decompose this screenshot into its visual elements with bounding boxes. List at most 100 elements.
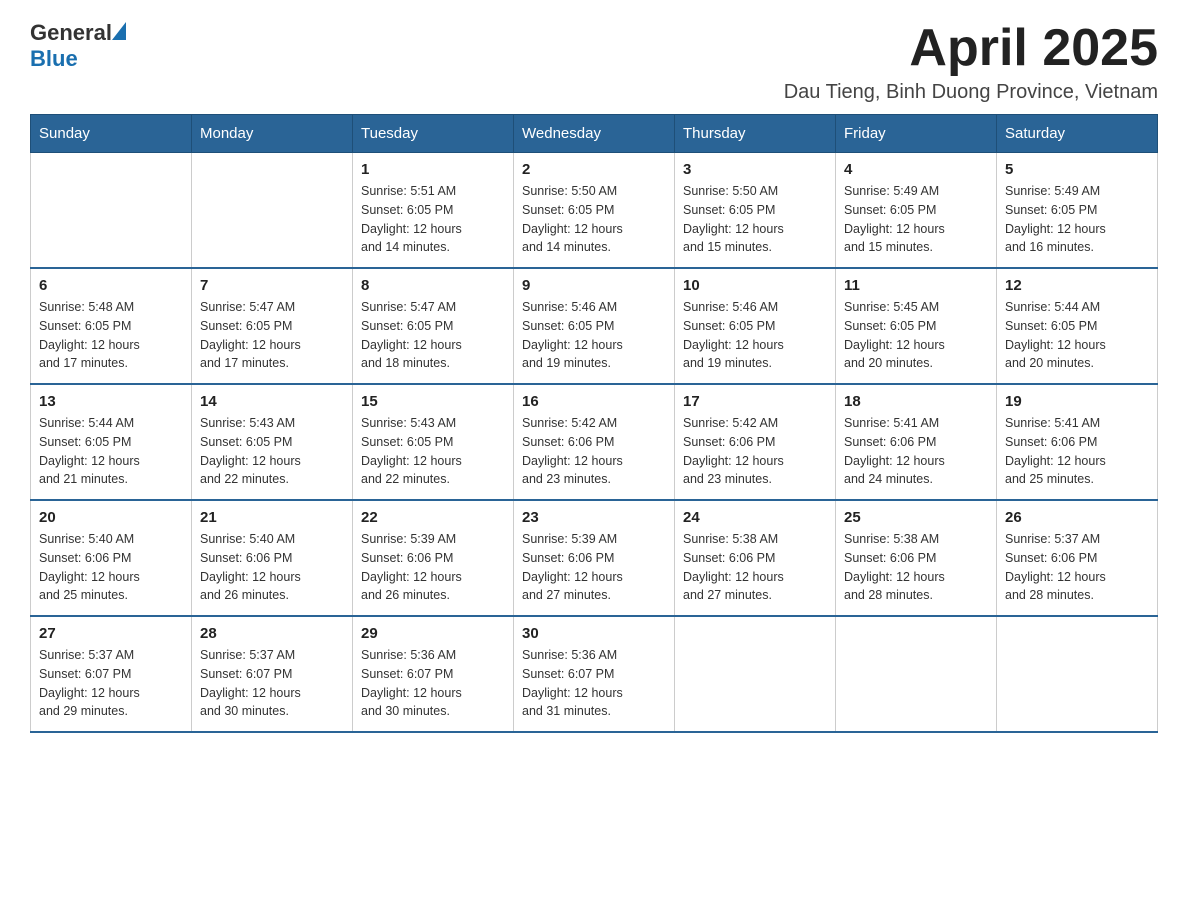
day-info: Sunrise: 5:47 AM Sunset: 6:05 PM Dayligh…: [200, 298, 344, 373]
page-header: General Blue April 2025 Dau Tieng, Binh …: [30, 20, 1158, 104]
calendar-cell: 22 Sunrise: 5:39 AM Sunset: 6:06 PM Dayli…: [353, 500, 514, 616]
day-number: 29: [361, 625, 505, 642]
day-info: Sunrise: 5:40 AM Sunset: 6:06 PM Dayligh…: [200, 530, 344, 605]
day-number: 26: [1005, 509, 1149, 526]
day-number: 25: [844, 509, 988, 526]
column-header-tuesday: Tuesday: [353, 115, 514, 153]
column-header-wednesday: Wednesday: [514, 115, 675, 153]
day-info: Sunrise: 5:50 AM Sunset: 6:05 PM Dayligh…: [522, 182, 666, 257]
calendar-cell: [997, 616, 1158, 732]
column-header-monday: Monday: [192, 115, 353, 153]
day-number: 24: [683, 509, 827, 526]
day-number: 5: [1005, 161, 1149, 178]
logo: General Blue: [30, 20, 126, 72]
day-info: Sunrise: 5:49 AM Sunset: 6:05 PM Dayligh…: [844, 182, 988, 257]
calendar-cell: 21 Sunrise: 5:40 AM Sunset: 6:06 PM Dayli…: [192, 500, 353, 616]
day-info: Sunrise: 5:36 AM Sunset: 6:07 PM Dayligh…: [361, 646, 505, 721]
calendar-cell: 8 Sunrise: 5:47 AM Sunset: 6:05 PM Daylig…: [353, 268, 514, 384]
day-number: 18: [844, 393, 988, 410]
calendar-cell: 7 Sunrise: 5:47 AM Sunset: 6:05 PM Daylig…: [192, 268, 353, 384]
calendar-cell: 28Sunrise: 5:37 AM Sunset: 6:07 PM Dayli…: [192, 616, 353, 732]
calendar-cell: [836, 616, 997, 732]
day-info: Sunrise: 5:37 AM Sunset: 6:07 PM Dayligh…: [39, 646, 183, 721]
calendar-week-row: 13Sunrise: 5:44 AM Sunset: 6:05 PM Dayli…: [31, 384, 1158, 500]
day-info: Sunrise: 5:49 AM Sunset: 6:05 PM Dayligh…: [1005, 182, 1149, 257]
day-number: 3: [683, 161, 827, 178]
header-right: April 2025 Dau Tieng, Binh Duong Provinc…: [784, 20, 1158, 104]
column-header-friday: Friday: [836, 115, 997, 153]
day-number: 12: [1005, 277, 1149, 294]
logo-blue-text: Blue: [30, 46, 78, 72]
day-number: 11: [844, 277, 988, 294]
day-number: 14: [200, 393, 344, 410]
day-info: Sunrise: 5:43 AM Sunset: 6:05 PM Dayligh…: [200, 414, 344, 489]
calendar-cell: 10 Sunrise: 5:46 AM Sunset: 6:05 PM Dayli…: [675, 268, 836, 384]
day-info: Sunrise: 5:45 AM Sunset: 6:05 PM Dayligh…: [844, 298, 988, 373]
day-number: 9: [522, 277, 666, 294]
day-info: Sunrise: 5:46 AM Sunset: 6:05 PM Dayligh…: [522, 298, 666, 373]
day-info: Sunrise: 5:43 AM Sunset: 6:05 PM Dayligh…: [361, 414, 505, 489]
calendar-cell: [192, 153, 353, 269]
day-info: Sunrise: 5:40 AM Sunset: 6:06 PM Dayligh…: [39, 530, 183, 605]
day-number: 27: [39, 625, 183, 642]
calendar-table: SundayMondayTuesdayWednesdayThursdayFrid…: [30, 114, 1158, 733]
calendar-cell: 23Sunrise: 5:39 AM Sunset: 6:06 PM Dayli…: [514, 500, 675, 616]
day-number: 2: [522, 161, 666, 178]
day-number: 19: [1005, 393, 1149, 410]
day-info: Sunrise: 5:41 AM Sunset: 6:06 PM Dayligh…: [844, 414, 988, 489]
calendar-cell: [675, 616, 836, 732]
day-number: 4: [844, 161, 988, 178]
day-number: 15: [361, 393, 505, 410]
calendar-cell: 18 Sunrise: 5:41 AM Sunset: 6:06 PM Dayli…: [836, 384, 997, 500]
calendar-cell: 27 Sunrise: 5:37 AM Sunset: 6:07 PM Dayli…: [31, 616, 192, 732]
calendar-cell: 4 Sunrise: 5:49 AM Sunset: 6:05 PM Daylig…: [836, 153, 997, 269]
day-number: 16: [522, 393, 666, 410]
day-number: 6: [39, 277, 183, 294]
column-header-thursday: Thursday: [675, 115, 836, 153]
calendar-header-row: SundayMondayTuesdayWednesdayThursdayFrid…: [31, 115, 1158, 153]
day-info: Sunrise: 5:39 AM Sunset: 6:06 PM Dayligh…: [361, 530, 505, 605]
calendar-cell: 17 Sunrise: 5:42 AM Sunset: 6:06 PM Dayli…: [675, 384, 836, 500]
calendar-cell: 14 Sunrise: 5:43 AM Sunset: 6:05 PM Dayli…: [192, 384, 353, 500]
day-number: 22: [361, 509, 505, 526]
calendar-cell: 12Sunrise: 5:44 AM Sunset: 6:05 PM Dayli…: [997, 268, 1158, 384]
logo-general-text: General: [30, 20, 112, 46]
day-info: Sunrise: 5:37 AM Sunset: 6:06 PM Dayligh…: [1005, 530, 1149, 605]
calendar-week-row: 27 Sunrise: 5:37 AM Sunset: 6:07 PM Dayli…: [31, 616, 1158, 732]
day-info: Sunrise: 5:51 AM Sunset: 6:05 PM Dayligh…: [361, 182, 505, 257]
calendar-cell: 6Sunrise: 5:48 AM Sunset: 6:05 PM Daylig…: [31, 268, 192, 384]
calendar-cell: 16Sunrise: 5:42 AM Sunset: 6:06 PM Dayli…: [514, 384, 675, 500]
calendar-cell: 30 Sunrise: 5:36 AM Sunset: 6:07 PM Dayli…: [514, 616, 675, 732]
calendar-cell: 1 Sunrise: 5:51 AM Sunset: 6:05 PM Daylig…: [353, 153, 514, 269]
day-number: 7: [200, 277, 344, 294]
day-info: Sunrise: 5:42 AM Sunset: 6:06 PM Dayligh…: [683, 414, 827, 489]
calendar-cell: 9 Sunrise: 5:46 AM Sunset: 6:05 PM Daylig…: [514, 268, 675, 384]
day-number: 13: [39, 393, 183, 410]
calendar-cell: 13Sunrise: 5:44 AM Sunset: 6:05 PM Dayli…: [31, 384, 192, 500]
day-number: 10: [683, 277, 827, 294]
day-number: 23: [522, 509, 666, 526]
column-header-sunday: Sunday: [31, 115, 192, 153]
day-number: 8: [361, 277, 505, 294]
calendar-cell: 2 Sunrise: 5:50 AM Sunset: 6:05 PM Daylig…: [514, 153, 675, 269]
calendar-cell: 11 Sunrise: 5:45 AM Sunset: 6:05 PM Dayli…: [836, 268, 997, 384]
day-number: 30: [522, 625, 666, 642]
day-info: Sunrise: 5:38 AM Sunset: 6:06 PM Dayligh…: [844, 530, 988, 605]
day-number: 17: [683, 393, 827, 410]
day-info: Sunrise: 5:47 AM Sunset: 6:05 PM Dayligh…: [361, 298, 505, 373]
day-number: 21: [200, 509, 344, 526]
day-info: Sunrise: 5:41 AM Sunset: 6:06 PM Dayligh…: [1005, 414, 1149, 489]
location-subtitle: Dau Tieng, Binh Duong Province, Vietnam: [784, 81, 1158, 104]
column-header-saturday: Saturday: [997, 115, 1158, 153]
month-year-title: April 2025: [784, 20, 1158, 77]
calendar-cell: 24 Sunrise: 5:38 AM Sunset: 6:06 PM Dayli…: [675, 500, 836, 616]
day-number: 1: [361, 161, 505, 178]
day-info: Sunrise: 5:46 AM Sunset: 6:05 PM Dayligh…: [683, 298, 827, 373]
day-info: Sunrise: 5:50 AM Sunset: 6:05 PM Dayligh…: [683, 182, 827, 257]
calendar-cell: 25 Sunrise: 5:38 AM Sunset: 6:06 PM Dayli…: [836, 500, 997, 616]
calendar-cell: 3 Sunrise: 5:50 AM Sunset: 6:05 PM Daylig…: [675, 153, 836, 269]
day-info: Sunrise: 5:36 AM Sunset: 6:07 PM Dayligh…: [522, 646, 666, 721]
calendar-week-row: 6Sunrise: 5:48 AM Sunset: 6:05 PM Daylig…: [31, 268, 1158, 384]
day-info: Sunrise: 5:38 AM Sunset: 6:06 PM Dayligh…: [683, 530, 827, 605]
calendar-cell: 15 Sunrise: 5:43 AM Sunset: 6:05 PM Dayli…: [353, 384, 514, 500]
